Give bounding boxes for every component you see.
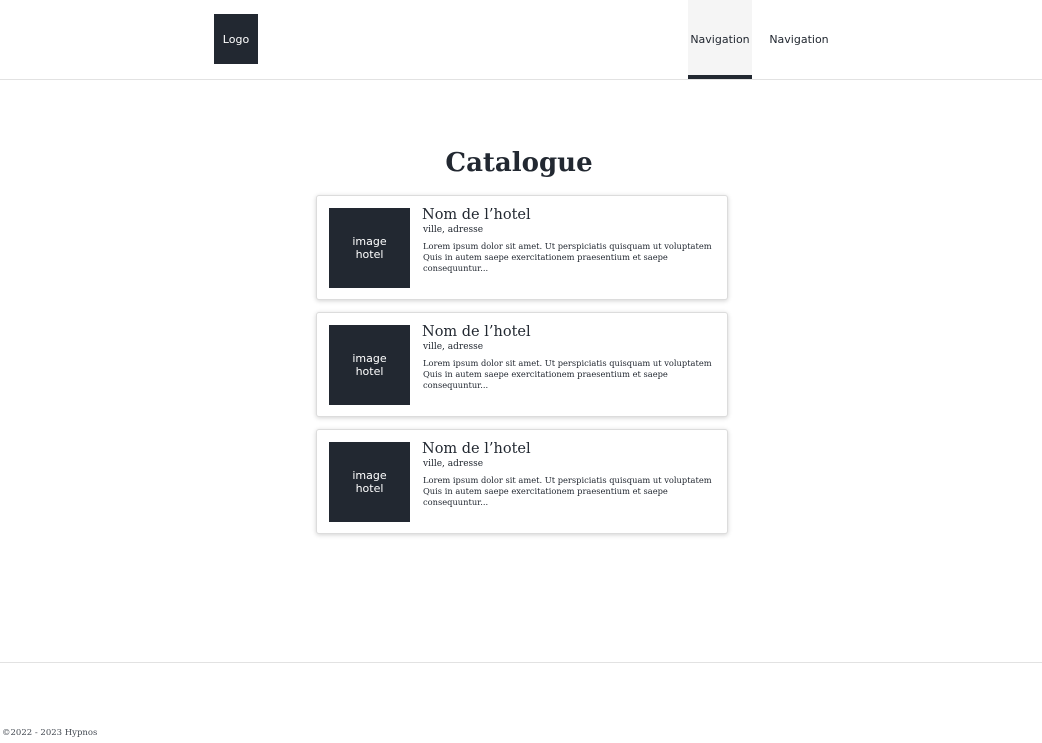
- hotel-name[interactable]: Nom de l’hotel: [422, 207, 531, 223]
- hotel-address: ville, adresse: [423, 225, 484, 235]
- hotel-card[interactable]: image hotel Nom de l’hotel ville, adress…: [316, 429, 728, 534]
- hotel-name[interactable]: Nom de l’hotel: [422, 441, 531, 457]
- hotel-card[interactable]: image hotel Nom de l’hotel ville, adress…: [316, 195, 728, 300]
- hotel-description: Lorem ipsum dolor sit amet. Ut perspicia…: [423, 358, 712, 390]
- hotel-address: ville, adresse: [423, 342, 484, 352]
- hotel-name[interactable]: Nom de l’hotel: [422, 324, 531, 340]
- page-title: Catalogue: [445, 148, 593, 178]
- site-header: Logo Navigation Navigation: [0, 0, 1042, 80]
- hotel-image-placeholder: image hotel: [329, 208, 410, 288]
- hotel-image-placeholder: image hotel: [329, 325, 410, 405]
- hotel-description: Lorem ipsum dolor sit amet. Ut perspicia…: [423, 241, 712, 273]
- copyright-text: ©2022 - 2023 Hypnos: [2, 728, 98, 738]
- logo-label: Logo: [222, 32, 250, 46]
- hotel-card[interactable]: image hotel Nom de l’hotel ville, adress…: [316, 312, 728, 417]
- nav-item-label: Navigation: [690, 33, 750, 46]
- nav-item-1[interactable]: Navigation: [688, 0, 752, 79]
- hotel-description: Lorem ipsum dolor sit amet. Ut perspicia…: [423, 475, 712, 507]
- logo[interactable]: Logo: [214, 14, 258, 64]
- site-footer: ©2022 - 2023 Hypnos: [0, 662, 1042, 743]
- nav-item-2[interactable]: Navigation: [766, 0, 832, 79]
- nav-item-label: Navigation: [769, 33, 829, 46]
- hotel-image-placeholder: image hotel: [329, 442, 410, 522]
- hotel-address: ville, adresse: [423, 459, 484, 469]
